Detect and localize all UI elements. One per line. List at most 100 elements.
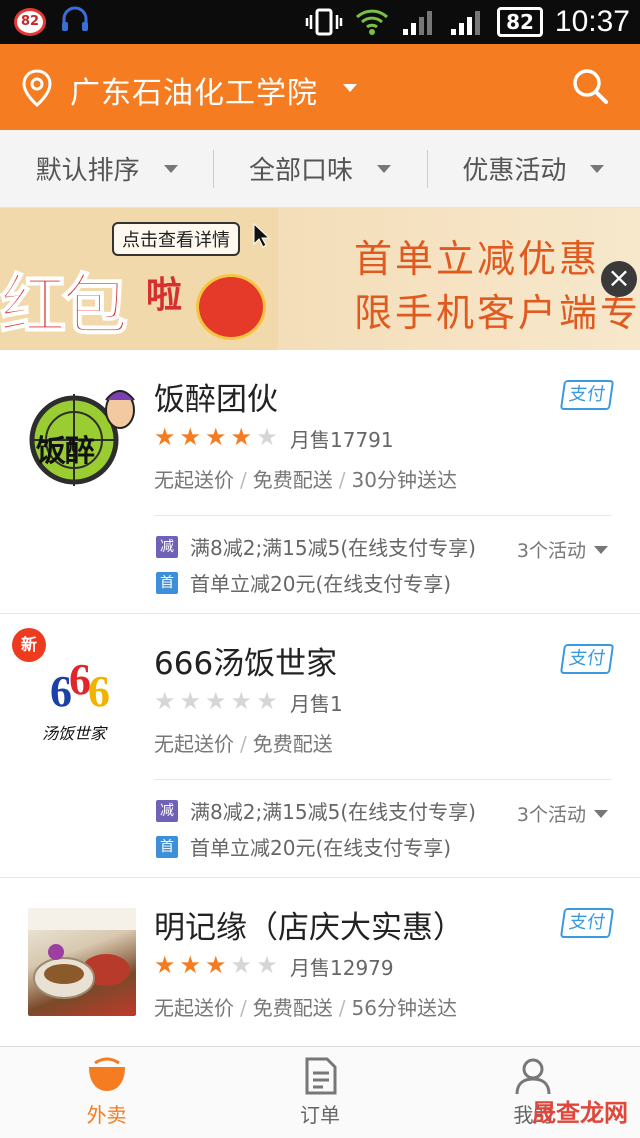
app-header: 广东石油化工学院	[0, 44, 640, 130]
min-order: 无起送价	[154, 732, 234, 756]
signal-strength-2-icon	[451, 11, 481, 35]
banner-text-line2: 限手机客户端专	[354, 291, 640, 335]
shop-logo-text: 饭醉	[36, 434, 95, 469]
star-icon: ★	[179, 951, 202, 979]
star-icon: ★	[154, 687, 176, 715]
filter-label: 全部口味	[248, 156, 353, 186]
star-rating: ★ ★ ★ ★ ★	[154, 422, 278, 452]
order-list-icon	[305, 1057, 337, 1095]
chevron-down-icon[interactable]	[343, 84, 357, 92]
star-icon: ★	[154, 423, 176, 451]
promo-banner[interactable]: 红包 啦 点击查看详情 首单立减优惠 限手机客户端专	[0, 208, 640, 350]
watermark: 晟查龙网	[532, 1099, 628, 1127]
promo-text: 满8减2;满15减5(在线支付专享)	[190, 800, 476, 824]
clock: 10:37	[554, 5, 630, 38]
monthly-sales: 月售12979	[290, 956, 394, 980]
shop-name: 饭醉团伙	[154, 382, 278, 418]
close-banner-button[interactable]: ×	[601, 261, 637, 297]
star-icon: ★	[205, 687, 227, 715]
filter-label: 优惠活动	[462, 156, 567, 186]
vibrate-icon	[305, 8, 343, 36]
nav-orders[interactable]: 订单	[213, 1047, 426, 1138]
delivery-time: 30分钟送达	[351, 468, 457, 492]
nav-label: 外卖	[86, 1103, 127, 1127]
delivery-fee: 免费配送	[252, 996, 333, 1020]
star-icon: ★	[256, 951, 278, 979]
divider	[154, 515, 612, 516]
star-icon: ★	[179, 687, 202, 715]
banner-text-line1: 首单立减优惠	[354, 237, 601, 281]
shop-logo: 666 汤饭世家	[28, 644, 136, 752]
shop-name: 明记缘（店庆大实惠）	[154, 910, 464, 946]
min-order: 无起送价	[154, 996, 234, 1020]
shop-logo	[28, 908, 136, 1016]
divider	[154, 779, 612, 780]
wifi-icon	[356, 9, 389, 35]
shop-card[interactable]: 明记缘（店庆大实惠） 支付 ★ ★ ★ ★ ★ 月售12979 无起送价 / 免费配…	[0, 878, 640, 1046]
battery-indicator: 82	[497, 7, 543, 37]
online-pay-badge: 支付	[559, 908, 615, 938]
star-icon: ★	[179, 423, 202, 451]
activity-count: 3个活动	[516, 540, 586, 562]
star-icon: ★	[230, 951, 253, 979]
star-icon: ★	[205, 951, 227, 979]
filter-bar: 默认排序 全部口味 优惠活动	[0, 130, 640, 208]
location-selector[interactable]: 广东石油化工学院	[70, 68, 318, 112]
delivery-time: 56分钟送达	[351, 996, 457, 1020]
red-packet-icon	[196, 274, 266, 340]
status-indicators: 82 10:37	[305, 0, 630, 44]
banner-artwork: 红包 啦 点击查看详情	[0, 208, 278, 350]
bowl-icon	[88, 1057, 125, 1091]
monthly-sales: 月售17791	[290, 428, 394, 452]
location-pin-icon[interactable]	[20, 68, 54, 108]
notification-count-badge: 82	[14, 8, 46, 36]
star-icon: ★	[205, 423, 227, 451]
cursor-icon	[253, 222, 271, 248]
delivery-info: 无起送价 / 免费配送/56分钟送达	[154, 996, 457, 1020]
status-bar: 82 82 10:37	[0, 0, 640, 44]
activity-toggle[interactable]: 3个活动	[517, 536, 608, 563]
activity-toggle[interactable]: 3个活动	[517, 800, 608, 827]
promo-row: 首 首单立减20元(在线支付专享)	[156, 568, 451, 597]
promo-text: 首单立减20元(在线支付专享)	[190, 572, 452, 596]
shop-logo-subtext: 汤饭世家	[42, 724, 107, 743]
delivery-fee: 免费配送	[252, 468, 333, 492]
chevron-down-icon	[594, 545, 608, 554]
promo-row: 首 首单立减20元(在线支付专享)	[156, 832, 451, 861]
shop-card[interactable]: 饭醉 饭醉团伙 支付 ★ ★ ★ ★ ★ 月售17791 无起送价 / 免费配送/3…	[0, 350, 640, 614]
promo-row: 减 满8减2;满15减5(在线支付专享)	[156, 532, 476, 561]
filter-label: 默认排序	[35, 156, 140, 186]
shop-logo-text: 666	[50, 655, 110, 716]
filter-taste[interactable]: 全部口味	[213, 130, 426, 207]
filter-promotion[interactable]: 优惠活动	[426, 130, 640, 207]
filter-sort[interactable]: 默认排序	[0, 130, 213, 207]
first-order-tag: 首	[156, 835, 178, 858]
chevron-down-icon	[377, 164, 391, 173]
star-icon: ★	[230, 687, 253, 715]
chevron-down-icon	[594, 809, 608, 818]
nav-label: 订单	[299, 1103, 340, 1127]
shop-card[interactable]: 新 666 汤饭世家 666汤饭世家 支付 ★ ★ ★ ★ ★ 月售1 无起送价…	[0, 614, 640, 878]
chevron-down-icon	[590, 164, 605, 173]
discount-tag: 减	[156, 535, 178, 558]
promo-text: 首单立减20元(在线支付专享)	[190, 836, 452, 860]
banner-headline: 红包	[0, 266, 129, 345]
first-order-tag: 首	[156, 571, 178, 594]
star-icon: ★	[256, 423, 278, 451]
min-order: 无起送价	[154, 468, 234, 492]
nav-takeout[interactable]: 外卖	[0, 1047, 213, 1138]
search-icon[interactable]	[570, 66, 610, 106]
shop-logo: 饭醉	[28, 380, 136, 488]
discount-tag: 减	[156, 799, 178, 822]
banner-detail-link[interactable]: 点击查看详情	[112, 222, 240, 256]
headset-icon	[62, 6, 88, 31]
online-pay-badge: 支付	[559, 380, 615, 410]
profile-icon	[515, 1058, 551, 1095]
signal-strength-icon	[403, 11, 433, 35]
promo-row: 减 满8减2;满15减5(在线支付专享)	[156, 796, 476, 825]
banner-headline-suffix: 啦	[146, 275, 183, 316]
star-icon: ★	[256, 687, 278, 715]
activity-count: 3个活动	[516, 804, 586, 826]
shop-name: 666汤饭世家	[154, 646, 338, 682]
online-pay-badge: 支付	[559, 644, 615, 674]
